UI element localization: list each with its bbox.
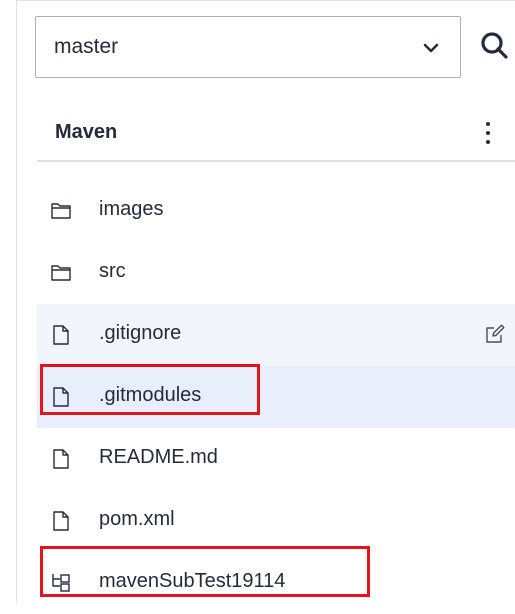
file-name: mavenSubTest19114 [99, 570, 286, 592]
more-options-button[interactable] [477, 118, 499, 148]
repo-title: Maven [55, 121, 118, 143]
file-row-images[interactable]: images [37, 180, 515, 242]
file-row-gitmodules[interactable]: .gitmodules [37, 366, 515, 428]
submodule-icon [52, 574, 70, 592]
more-vertical-icon [486, 122, 490, 126]
file-row-submodule[interactable]: mavenSubTest19114 [37, 552, 515, 614]
file-icon [53, 387, 69, 407]
file-row-gitignore[interactable]: .gitignore [37, 304, 515, 366]
file-row-pom[interactable]: pom.xml [37, 490, 515, 552]
repository-file-panel: master Maven images src .gitignore .gitm… [0, 0, 515, 603]
folder-icon [51, 265, 71, 281]
file-name: .gitmodules [99, 384, 202, 406]
file-row-src[interactable]: src [37, 242, 515, 304]
branch-select[interactable]: master [35, 16, 461, 78]
more-dot [486, 131, 490, 135]
folder-icon [51, 203, 71, 219]
file-row-readme[interactable]: README.md [37, 428, 515, 490]
file-tree: images src .gitignore .gitmodules README… [37, 180, 515, 614]
branch-select-value: master [54, 35, 119, 58]
file-icon [53, 449, 69, 469]
search-button[interactable] [476, 28, 515, 64]
edit-icon[interactable] [484, 323, 506, 345]
repo-header: Maven [37, 104, 515, 162]
file-icon [53, 511, 69, 531]
file-name: .gitignore [99, 322, 182, 344]
chevron-down-icon [423, 43, 439, 53]
panel-top-border [16, 0, 515, 1]
file-name: images [99, 198, 164, 220]
more-dot [486, 140, 490, 144]
file-icon [53, 325, 69, 345]
file-name: src [99, 260, 126, 282]
file-name: pom.xml [99, 508, 175, 530]
search-icon [481, 32, 508, 59]
panel-left-border [16, 0, 17, 603]
file-name: README.md [99, 446, 218, 468]
